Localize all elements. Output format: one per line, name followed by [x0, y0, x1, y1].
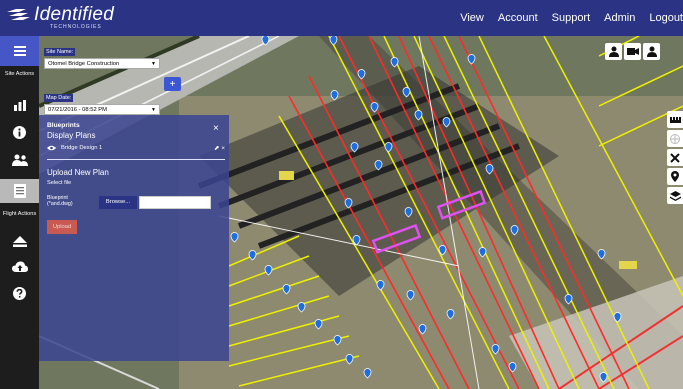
blueprint-row: Bridge Design 1 ⬈ ×	[47, 145, 225, 155]
eject-icon	[12, 235, 27, 247]
person-download-icon	[646, 46, 657, 57]
upload-title: Upload New Plan	[47, 168, 109, 177]
camera-icon	[626, 48, 639, 55]
person-pin-icon	[608, 46, 619, 57]
brand-subtitle: TECHNOLOGIES	[50, 24, 102, 30]
measure-button[interactable]	[667, 111, 683, 128]
nav-account[interactable]: Account	[498, 12, 538, 24]
site-name-select[interactable]: Otomel Bridge Construction ▼	[44, 58, 160, 69]
blueprint-row-tools[interactable]: ⬈ ×	[214, 144, 225, 152]
close-icon[interactable]: ×	[213, 123, 219, 134]
blueprint-name: Bridge Design 1	[61, 145, 103, 151]
add-map-button[interactable]: +	[164, 77, 181, 91]
left-sidebar: Site Actions Flight Actions	[0, 36, 39, 389]
cloud-upload-icon	[11, 261, 28, 272]
nav-admin[interactable]: Admin	[604, 12, 635, 24]
map-date-label: Map Date:	[44, 94, 74, 102]
browse-button[interactable]: Browse...	[99, 196, 137, 209]
ruler-icon	[669, 116, 681, 123]
menu-button[interactable]	[0, 36, 39, 66]
info-button[interactable]	[0, 121, 39, 143]
blueprint-file-label: Blueprint (*and.dwg)	[47, 195, 73, 207]
cloud-upload-button[interactable]	[0, 256, 39, 278]
map-side-tools	[667, 111, 683, 206]
pin-button[interactable]	[667, 168, 683, 185]
map-date-value: 07/21/2016 - 08:52 PM	[48, 107, 107, 113]
panel-subtitle: Display Plans	[47, 131, 96, 140]
document-icon	[13, 184, 26, 198]
map-top-tools	[605, 43, 660, 60]
layers-icon	[669, 190, 681, 201]
blueprints-button[interactable]	[0, 179, 39, 203]
nav-view[interactable]: View	[460, 12, 484, 24]
top-navigation-bar: Identified TECHNOLOGIES View Account Sup…	[0, 0, 683, 36]
panel-title: Blueprints	[47, 122, 80, 129]
eye-icon[interactable]	[47, 145, 56, 151]
site-actions-label: Site Actions	[4, 71, 35, 77]
brand-name: Identified	[34, 4, 115, 25]
hamburger-icon	[13, 46, 26, 56]
person-download-button[interactable]	[643, 43, 660, 60]
main-nav: View Account Support Admin Logout	[460, 0, 683, 36]
flight-actions-label: Flight Actions	[2, 211, 37, 217]
satellite-icon	[670, 152, 680, 163]
site-controls: Site Name: Otomel Bridge Construction ▼ …	[44, 40, 160, 115]
globe-icon	[670, 133, 680, 144]
site-name-label: Site Name:	[44, 48, 76, 56]
analytics-button[interactable]	[0, 94, 39, 116]
help-icon	[13, 286, 26, 300]
pin-icon	[671, 171, 679, 182]
globe-button[interactable]	[667, 130, 683, 147]
users-button[interactable]	[0, 148, 39, 172]
file-path-input[interactable]	[139, 196, 211, 209]
upload-button[interactable]: Upload	[47, 220, 77, 234]
nav-support[interactable]: Support	[552, 12, 591, 24]
eject-button[interactable]	[0, 231, 39, 251]
map-date-select[interactable]: 07/21/2016 - 08:52 PM ▼	[44, 104, 160, 115]
layers-button[interactable]	[667, 187, 683, 204]
help-button[interactable]	[0, 282, 39, 304]
person-pin-button[interactable]	[605, 43, 622, 60]
site-name-value: Otomel Bridge Construction	[48, 61, 120, 67]
bar-chart-icon	[13, 99, 26, 111]
select-file-label: Select file	[47, 180, 72, 186]
nav-logout[interactable]: Logout	[649, 12, 683, 24]
camera-button[interactable]	[624, 43, 641, 60]
blueprints-panel: Blueprints Display Plans × Bridge Design…	[39, 115, 229, 361]
logo-mark-icon	[7, 9, 30, 20]
info-icon	[13, 125, 26, 139]
chevron-down-icon: ▼	[151, 61, 156, 67]
satellite-button[interactable]	[667, 149, 683, 166]
divider	[47, 159, 225, 160]
users-icon	[11, 154, 28, 166]
